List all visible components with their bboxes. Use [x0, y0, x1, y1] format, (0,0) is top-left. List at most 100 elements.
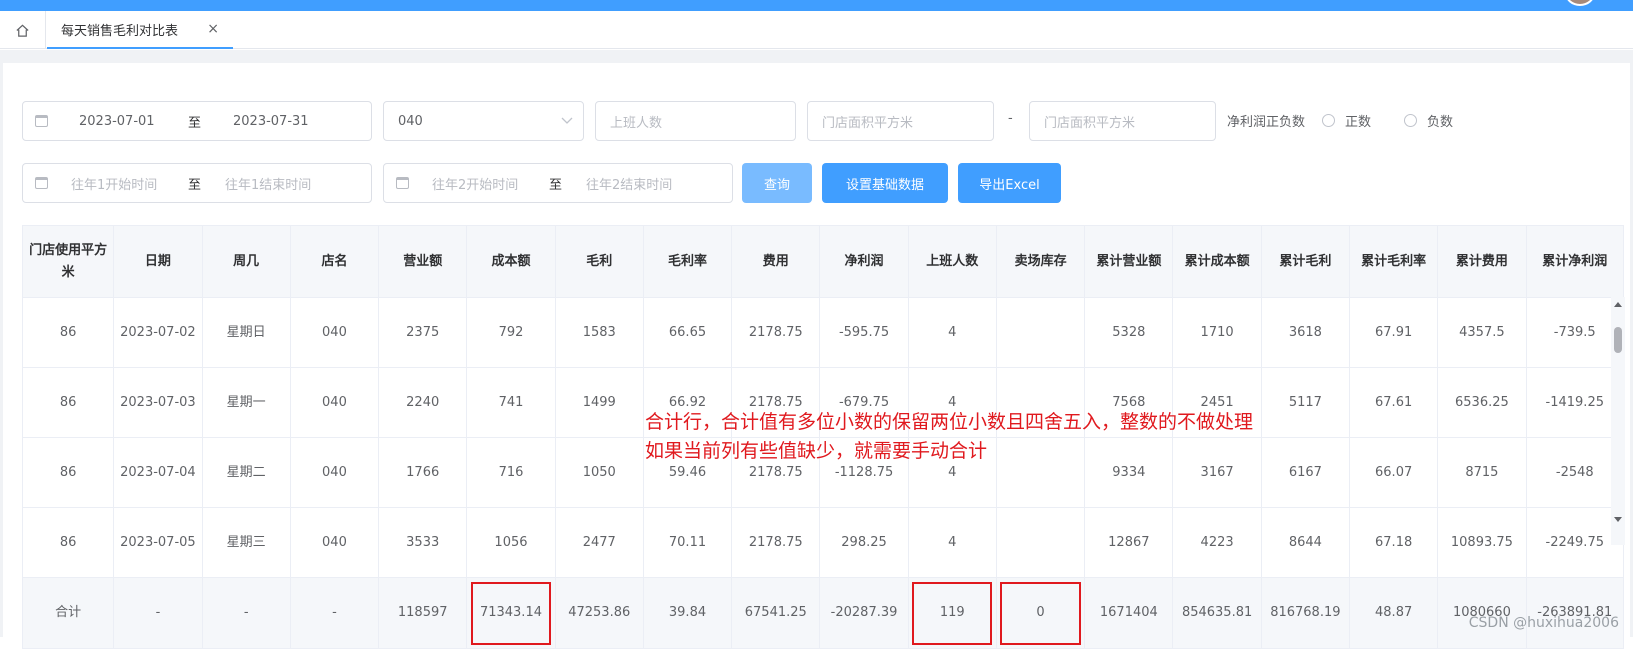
table-cell: 040	[290, 298, 378, 368]
profit-sign-label: 净利润正负数	[1227, 111, 1305, 130]
table-cell: 5328	[1085, 298, 1173, 368]
close-icon[interactable]: ×	[207, 21, 219, 37]
setup-base-data-button[interactable]: 设置基础数据	[822, 163, 948, 203]
tab-bar: 每天销售毛利对比表 ×	[0, 11, 1633, 49]
store-select-value: 040	[398, 114, 423, 129]
table-cell: 67.18	[1350, 508, 1438, 578]
prior-year2-end[interactable]: 往年2结束时间	[586, 174, 672, 193]
table-cell: 4223	[1173, 508, 1261, 578]
tab-daily-gross-profit[interactable]: 每天销售毛利对比表 ×	[47, 11, 233, 49]
date-range-picker[interactable]: 2023-07-01 至 2023-07-31	[22, 101, 372, 141]
export-excel-button[interactable]: 导出Excel	[958, 163, 1061, 203]
table-cell: 86	[23, 508, 114, 578]
area-min-input[interactable]: 门店面积平方米	[807, 101, 994, 141]
table-cell: 星期三	[202, 508, 290, 578]
prior-year2-separator: 至	[549, 174, 562, 193]
positive-radio[interactable]	[1322, 114, 1335, 127]
summary-cell: -	[114, 578, 202, 649]
table-cell: 2023-07-04	[114, 438, 202, 508]
table-header-row: 门店使用平方米日期周几店名营业额成本额毛利毛利率费用净利润上班人数卖场库存累计营…	[23, 226, 1624, 298]
table-cell: -2548	[1526, 438, 1623, 508]
prior-year2-range-picker[interactable]: 往年2开始时间 至 往年2结束时间	[383, 163, 733, 203]
table-cell: 70.11	[643, 508, 731, 578]
table-cell: 3618	[1261, 298, 1349, 368]
summary-cell: 0	[996, 578, 1084, 649]
table-cell: 5117	[1261, 368, 1349, 438]
store-select[interactable]: 040	[383, 101, 584, 141]
scroll-up-icon[interactable]	[1613, 301, 1623, 308]
summary-cell: 合计	[23, 578, 114, 649]
table-cell: 8715	[1438, 438, 1526, 508]
summary-cell: -20287.39	[820, 578, 908, 649]
column-header: 成本额	[467, 226, 555, 298]
table-cell: 86	[23, 298, 114, 368]
negative-label[interactable]: 负数	[1427, 111, 1453, 130]
positive-label[interactable]: 正数	[1345, 111, 1371, 130]
table-cell: 2023-07-03	[114, 368, 202, 438]
table-cell	[996, 298, 1084, 368]
table-cell: 1050	[555, 438, 643, 508]
prior-year2-start[interactable]: 往年2开始时间	[432, 174, 518, 193]
summary-row: 合计---11859771343.1447253.8639.8467541.25…	[23, 578, 1624, 649]
table-cell: 792	[467, 298, 555, 368]
table-row[interactable]: 862023-07-02星期日0402375792158366.652178.7…	[23, 298, 1624, 368]
table-cell: 66.65	[643, 298, 731, 368]
table-cell	[996, 508, 1084, 578]
table-cell: 2240	[379, 368, 467, 438]
table-cell: 2178.75	[732, 508, 820, 578]
column-header: 累计成本额	[1173, 226, 1261, 298]
prior-year1-end[interactable]: 往年1结束时间	[225, 174, 311, 193]
column-header: 周几	[202, 226, 290, 298]
home-tab[interactable]	[0, 11, 46, 49]
summary-cell: 816768.19	[1261, 578, 1349, 649]
table-cell: 1583	[555, 298, 643, 368]
table-cell: 1766	[379, 438, 467, 508]
table-cell: 66.07	[1350, 438, 1438, 508]
column-header: 费用	[732, 226, 820, 298]
calendar-icon	[35, 115, 48, 127]
scrollbar-thumb[interactable]	[1614, 327, 1622, 353]
column-header: 卖场库存	[996, 226, 1084, 298]
table-cell: -595.75	[820, 298, 908, 368]
area-min-placeholder: 门店面积平方米	[822, 112, 913, 131]
table-cell: 67.91	[1350, 298, 1438, 368]
query-button[interactable]: 查询	[742, 163, 812, 203]
table-cell: 4	[908, 298, 996, 368]
column-header: 毛利率	[643, 226, 731, 298]
table-cell: 040	[290, 368, 378, 438]
table-cell: 12867	[1085, 508, 1173, 578]
table-cell: 298.25	[820, 508, 908, 578]
annotation-line-2: 如果当前列有些值缺少，就需要手动合计	[645, 437, 1253, 466]
summary-cell: 67541.25	[732, 578, 820, 649]
calendar-icon	[35, 177, 48, 189]
table-cell: 星期二	[202, 438, 290, 508]
column-header: 毛利	[555, 226, 643, 298]
column-header: 净利润	[820, 226, 908, 298]
prior-year1-range-picker[interactable]: 往年1开始时间 至 往年1结束时间	[22, 163, 372, 203]
table-cell: 6536.25	[1438, 368, 1526, 438]
table-cell: 星期一	[202, 368, 290, 438]
scroll-down-icon[interactable]	[1613, 516, 1623, 523]
area-max-input[interactable]: 门店面积平方米	[1029, 101, 1216, 141]
prior-year1-start[interactable]: 往年1开始时间	[71, 174, 157, 193]
table-cell: 1056	[467, 508, 555, 578]
table-cell: 4357.5	[1438, 298, 1526, 368]
table-cell: 4	[908, 508, 996, 578]
staff-count-input[interactable]: 上班人数	[595, 101, 796, 141]
table-row[interactable]: 862023-07-05星期三04035331056247770.112178.…	[23, 508, 1624, 578]
table-cell: -739.5	[1526, 298, 1623, 368]
table-cell: -2249.75	[1526, 508, 1623, 578]
column-header: 累计营业额	[1085, 226, 1173, 298]
column-header: 日期	[114, 226, 202, 298]
summary-cell: -	[290, 578, 378, 649]
date-end[interactable]: 2023-07-31	[233, 114, 309, 129]
summary-cell: 71343.14	[467, 578, 555, 649]
table-scrollbar[interactable]	[1611, 297, 1625, 545]
date-start[interactable]: 2023-07-01	[79, 114, 155, 129]
chevron-down-icon	[561, 117, 573, 125]
column-header: 店名	[290, 226, 378, 298]
column-header: 累计毛利	[1261, 226, 1349, 298]
negative-radio[interactable]	[1404, 114, 1417, 127]
table-cell: 8644	[1261, 508, 1349, 578]
column-header: 累计净利润	[1526, 226, 1623, 298]
